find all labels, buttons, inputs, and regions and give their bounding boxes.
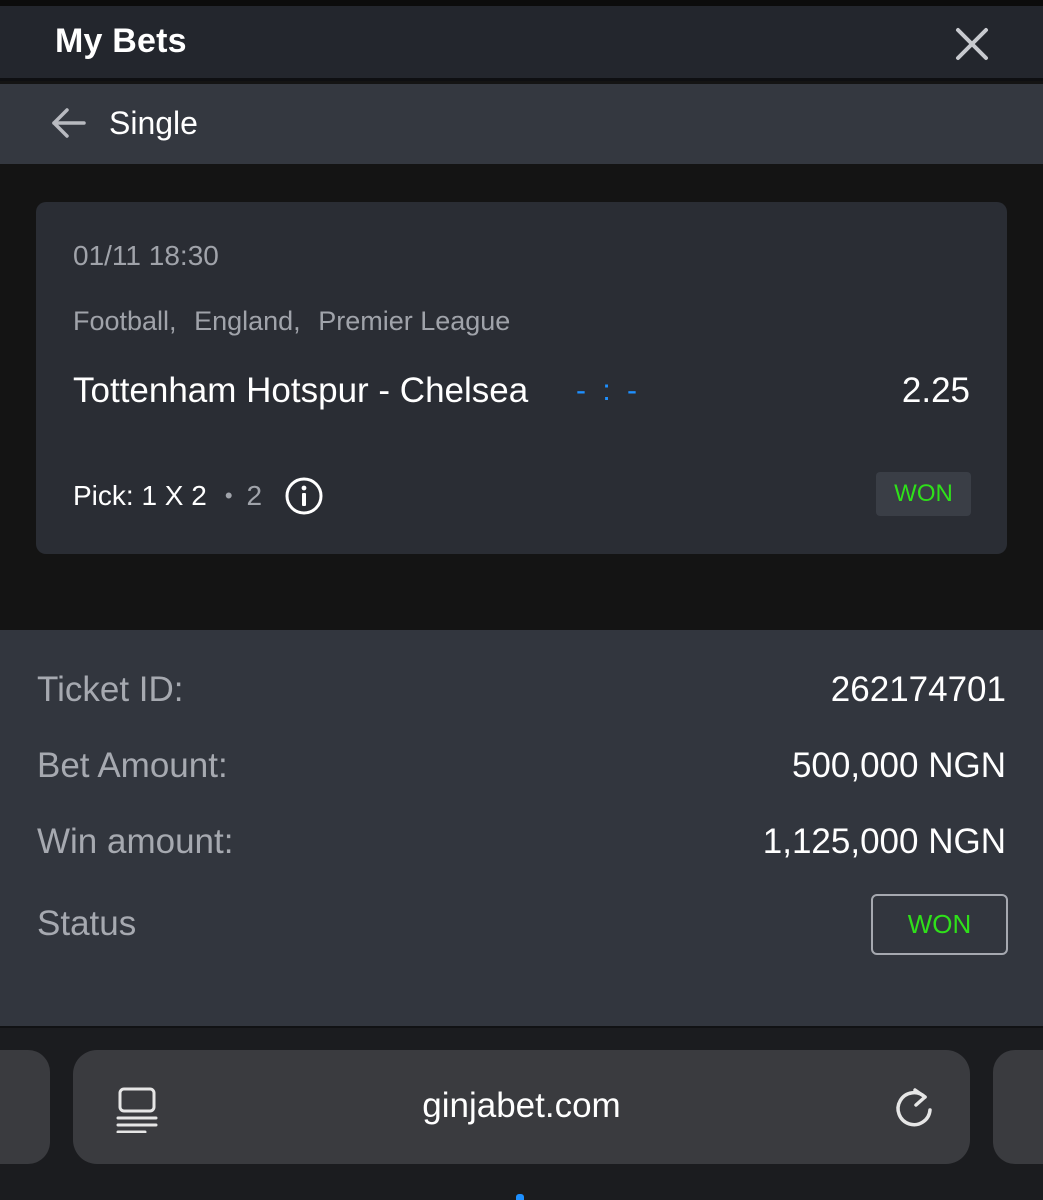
info-icon[interactable] bbox=[284, 476, 324, 516]
arrow-left-icon[interactable] bbox=[48, 102, 90, 144]
event-datetime: 01/11 18:30 bbox=[73, 240, 219, 271]
pick-separator: • bbox=[224, 483, 233, 508]
pick-row: Pick: 1 X 2 • 2 bbox=[73, 476, 324, 516]
reload-icon[interactable] bbox=[891, 1085, 937, 1131]
close-icon[interactable] bbox=[948, 20, 996, 68]
subheader-bar: Single bbox=[0, 84, 1043, 164]
event-score: - : - bbox=[576, 374, 641, 407]
next-tab[interactable] bbox=[993, 1050, 1043, 1164]
ticket-id-label: Ticket ID: bbox=[37, 670, 184, 709]
previous-tab[interactable] bbox=[0, 1050, 50, 1164]
status-label: Status bbox=[37, 904, 137, 943]
ticket-id-value: 262174701 bbox=[830, 670, 1006, 709]
event-match: Tottenham Hotspur - Chelsea bbox=[73, 371, 529, 410]
page-title: My Bets bbox=[55, 22, 187, 60]
event-category: Football, England, Premier League bbox=[73, 306, 520, 337]
header-bar: My Bets bbox=[0, 6, 1043, 81]
pick-choice: 2 bbox=[246, 480, 263, 511]
win-amount-value: 1,125,000 NGN bbox=[762, 822, 1006, 861]
bet-amount-label: Bet Amount: bbox=[37, 746, 228, 785]
category-country: England, bbox=[194, 306, 301, 336]
category-league: Premier League bbox=[318, 306, 511, 336]
event-status-badge: WON bbox=[876, 472, 971, 516]
bet-type-title: Single bbox=[109, 105, 198, 141]
page-indicator bbox=[516, 1194, 524, 1200]
status-badge: WON bbox=[871, 894, 1008, 955]
pick-label: Pick: 1 X 2 bbox=[73, 480, 207, 511]
event-odds: 2.25 bbox=[901, 371, 970, 410]
browser-toolbar: ginjabet.com bbox=[0, 1028, 1043, 1200]
bet-amount-value: 500,000 NGN bbox=[791, 746, 1006, 785]
win-amount-label: Win amount: bbox=[37, 822, 234, 861]
url-text[interactable]: ginjabet.com bbox=[73, 1086, 970, 1126]
address-bar[interactable]: ginjabet.com bbox=[73, 1050, 970, 1164]
category-sport: Football, bbox=[73, 306, 177, 336]
ticket-details-panel: Ticket ID: 262174701 Bet Amount: 500,000… bbox=[0, 630, 1043, 1026]
event-card: 01/11 18:30 Football, England, Premier L… bbox=[36, 202, 1007, 554]
